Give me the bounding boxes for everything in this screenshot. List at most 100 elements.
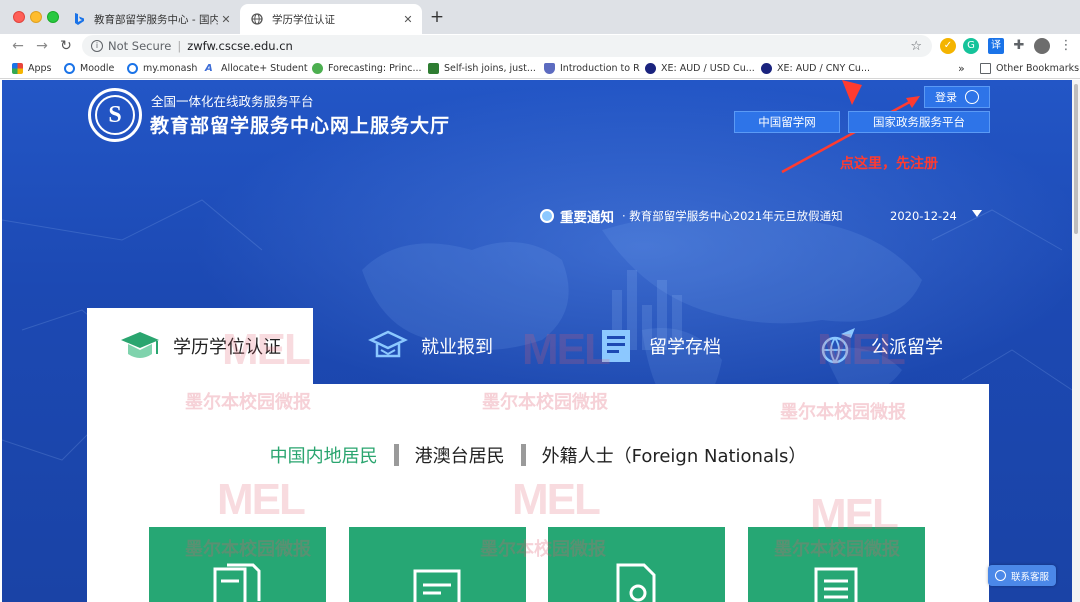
user-icon — [965, 90, 979, 104]
extension-icon[interactable]: ✓ — [940, 38, 956, 54]
service-card[interactable] — [149, 527, 326, 602]
apps-grid-icon — [12, 63, 23, 74]
tab-label: 留学存档 — [649, 337, 721, 358]
login-button[interactable]: 登录 — [924, 86, 990, 108]
maximize-window-button[interactable] — [47, 11, 59, 23]
forecasting-icon — [312, 63, 323, 74]
list-icon — [814, 567, 858, 602]
xe-icon — [761, 63, 772, 74]
logo-letter: S — [95, 95, 135, 135]
tab-title: 教育部留学服务中心 - 国内版 Bi — [94, 13, 218, 26]
service-card[interactable] — [748, 527, 925, 602]
national-gov-service-link[interactable]: 国家政务服务平台 — [848, 111, 990, 133]
new-tab-button[interactable]: + — [428, 9, 446, 26]
xe-icon — [645, 63, 656, 74]
notice-bar: 重要通知 · 教育部留学服务中心2021年元旦放假通知 2020-12-24 — [540, 206, 982, 226]
back-icon[interactable]: ← — [8, 36, 28, 56]
job-icon — [368, 330, 408, 358]
graduation-cap-icon — [121, 332, 159, 358]
divider — [520, 444, 526, 466]
bookmarks-bar: Apps Moodle my.monash A Allocate+ Studen… — [0, 58, 1080, 79]
contact-support-button[interactable]: 联系客服 — [988, 565, 1056, 586]
more-bookmarks-button[interactable]: » — [958, 61, 965, 76]
moodle-icon — [64, 63, 75, 74]
close-window-button[interactable] — [13, 11, 25, 23]
form-icon — [413, 569, 461, 602]
tab-label: 就业报到 — [421, 337, 493, 358]
site-title: 教育部留学服务中心网上服务大厅 — [150, 115, 451, 137]
plane-globe-icon — [821, 328, 855, 364]
translate-icon[interactable]: 译 — [988, 38, 1004, 54]
bookmark-allocate[interactable]: A Allocate+ Student — [205, 61, 308, 76]
shield-icon — [544, 63, 555, 74]
annotation-text: 点这里，先注册 — [840, 156, 938, 172]
globe-icon — [250, 12, 264, 26]
notice-date: 2020-12-24 — [890, 209, 957, 223]
extensions-puzzle-icon[interactable]: ✚ — [1011, 38, 1027, 54]
reload-icon[interactable]: ↻ — [56, 36, 76, 56]
documents-icon — [213, 563, 261, 602]
tab-employment-report[interactable]: 就业报到 — [367, 308, 493, 384]
resident-category-tabs: 中国内地居民 港澳台居民 外籍人士（Foreign Nationals） — [87, 442, 989, 468]
notice-item-link[interactable]: · 教育部留学服务中心2021年元旦放假通知 — [622, 208, 843, 224]
info-icon[interactable]: i — [91, 40, 103, 52]
tab-title: 学历学位认证 — [272, 13, 335, 26]
bookmark-my-monash[interactable]: my.monash — [127, 61, 197, 76]
close-tab-icon[interactable]: ✕ — [218, 13, 234, 26]
bookmark-apps[interactable]: Apps — [12, 61, 52, 76]
service-card[interactable] — [349, 527, 526, 602]
category-hk-macau-taiwan[interactable]: 港澳台居民 — [415, 442, 505, 468]
menu-icon[interactable]: ⋮ — [1058, 38, 1074, 54]
bookmark-forecasting[interactable]: Forecasting: Princ... — [312, 61, 422, 76]
bookmark-intro-to-r[interactable]: Introduction to R — [544, 61, 640, 76]
notice-icon — [540, 209, 554, 223]
browser-toolbar: ← → ↻ i Not Secure | zwfw.cscse.edu.cn ☆… — [0, 34, 1080, 58]
security-status: Not Secure — [108, 39, 172, 53]
url-text: zwfw.cscse.edu.cn — [187, 39, 293, 53]
scrollbar-thumb[interactable] — [1074, 84, 1078, 234]
annotation-arrow-head — [842, 80, 862, 105]
bookmark-moodle[interactable]: Moodle — [64, 61, 114, 76]
bookmark-star-icon[interactable]: ☆ — [910, 39, 922, 54]
tab-government-sponsored[interactable]: 公派留学 — [817, 308, 943, 384]
bookmark-xe-aud-usd[interactable]: XE: AUD / USD Cu... — [645, 61, 755, 76]
browser-tab-strip: 教育部留学服务中心 - 国内版 Bi ✕ 学历学位认证 ✕ + — [0, 0, 1080, 34]
service-tabs: 学历学位认证 就业报到 留学存档 公派留学 — [87, 308, 989, 384]
tab-label: 学历学位认证 — [173, 337, 281, 358]
browser-tab-2[interactable]: 学历学位认证 ✕ — [240, 4, 422, 34]
web-page: S 全国一体化在线政务服务平台 教育部留学服务中心网上服务大厅 登录 中国留学网… — [2, 80, 1072, 602]
content-panel: 中国内地居民 港澳台居民 外籍人士（Foreign Nationals） — [87, 384, 989, 602]
rstudio-icon — [428, 63, 439, 74]
monash-icon — [127, 63, 138, 74]
site-subtitle: 全国一体化在线政务服务平台 — [151, 94, 314, 109]
grammarly-icon[interactable]: G — [963, 38, 979, 54]
site-logo[interactable]: S — [88, 88, 142, 142]
china-study-abroad-link[interactable]: 中国留学网 — [734, 111, 840, 133]
browser-tab-1[interactable]: 教育部留学服务中心 - 国内版 Bi ✕ — [62, 4, 240, 34]
bing-icon — [72, 12, 86, 26]
tab-label: 公派留学 — [871, 337, 943, 358]
bookmark-self-ish-joins[interactable]: Self-ish joins, just... — [428, 61, 536, 76]
page-scrollbar[interactable] — [1072, 80, 1080, 602]
other-bookmarks[interactable]: Other Bookmarks — [980, 61, 1079, 76]
search-document-icon — [616, 563, 656, 602]
notice-label: 重要通知 — [560, 210, 614, 226]
category-mainland[interactable]: 中国内地居民 — [270, 442, 378, 468]
forward-icon[interactable]: → — [32, 36, 52, 56]
chevron-down-icon[interactable] — [972, 210, 982, 217]
allocate-icon: A — [205, 63, 213, 74]
archive-icon — [602, 330, 630, 362]
bookmark-xe-aud-cny[interactable]: XE: AUD / CNY Cu... — [761, 61, 870, 76]
profile-avatar[interactable] — [1034, 38, 1050, 54]
category-foreign-nationals[interactable]: 外籍人士（Foreign Nationals） — [542, 442, 807, 468]
contact-support-label: 联系客服 — [1010, 571, 1049, 583]
login-label: 登录 — [935, 91, 957, 104]
address-bar[interactable]: i Not Secure | zwfw.cscse.edu.cn ☆ — [82, 35, 932, 57]
minimize-window-button[interactable] — [30, 11, 42, 23]
folder-icon — [980, 63, 991, 74]
tab-study-abroad-archive[interactable]: 留学存档 — [595, 308, 721, 384]
close-tab-icon[interactable]: ✕ — [400, 13, 416, 26]
tab-degree-verification[interactable]: 学历学位认证 — [87, 308, 313, 384]
service-card[interactable] — [548, 527, 725, 602]
chat-icon — [994, 570, 1006, 581]
